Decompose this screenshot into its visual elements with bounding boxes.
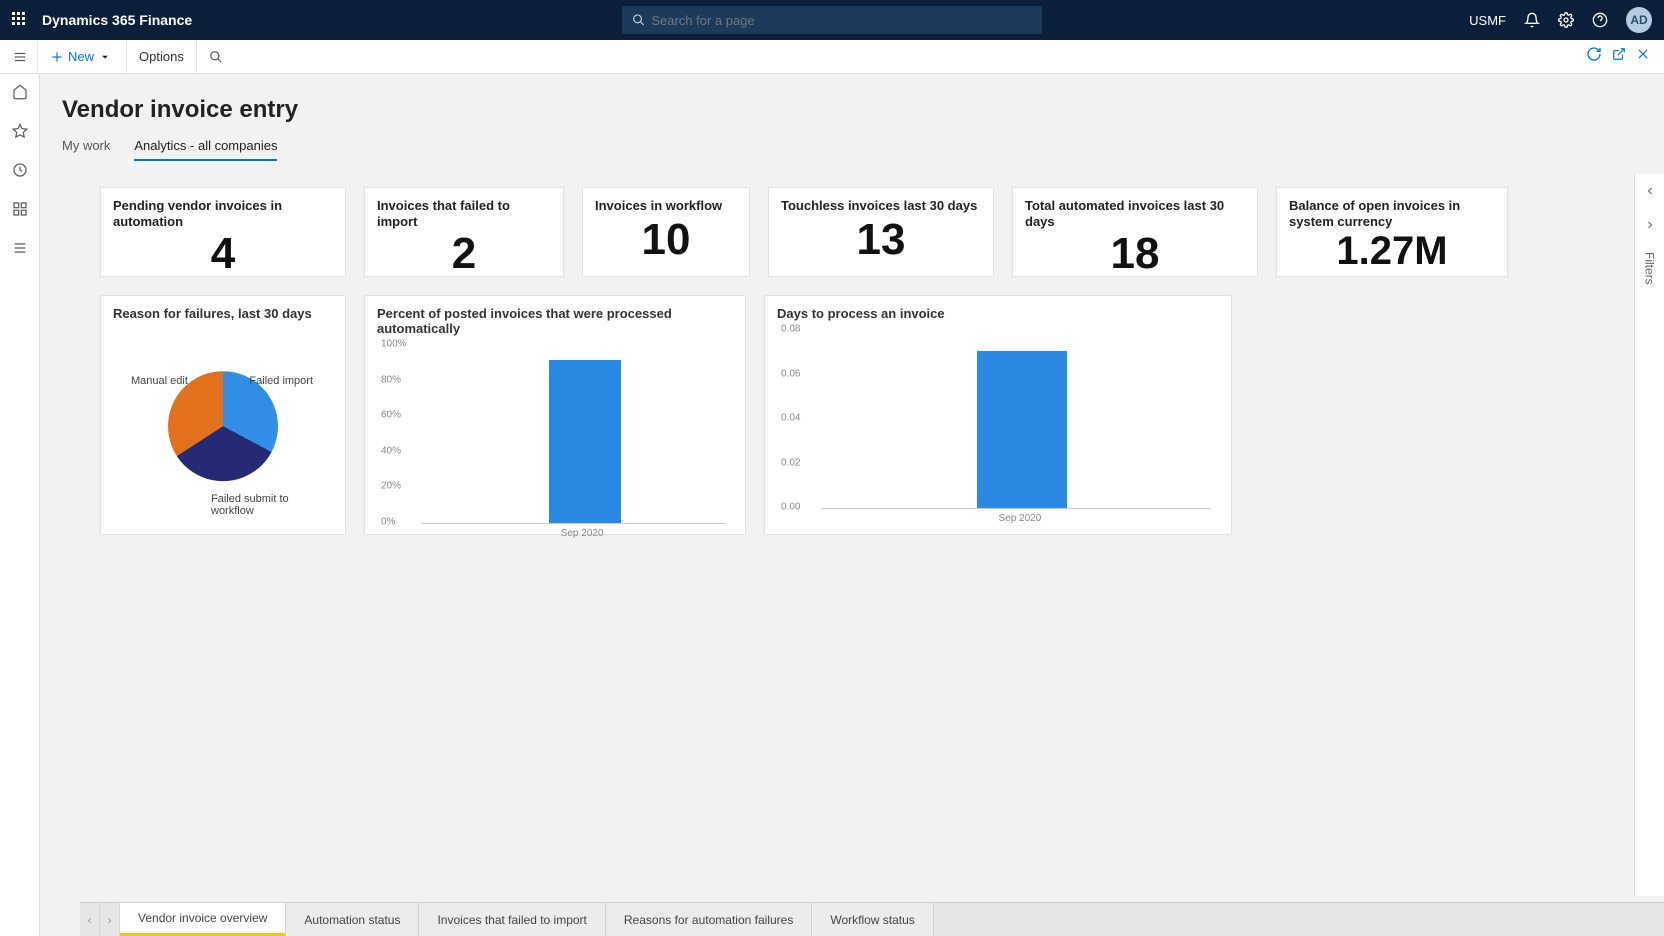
bottom-tab-automation-status[interactable]: Automation status (286, 903, 419, 936)
cmd-right (1586, 46, 1664, 67)
modules-icon[interactable] (12, 240, 28, 261)
kpi-total-automated[interactable]: Total automated invoices last 30 days 18 (1012, 187, 1258, 277)
kpi-in-workflow[interactable]: Invoices in workflow 10 (582, 187, 750, 277)
kpi-pending-automation[interactable]: Pending vendor invoices in automation 4 (100, 187, 346, 277)
kpi-title: Pending vendor invoices in automation (113, 198, 333, 229)
kpi-value: 13 (781, 214, 981, 266)
search-box[interactable] (622, 6, 1042, 34)
bar-area: 0.08 0.06 0.04 0.02 0.00 Sep 2020 (777, 329, 1219, 519)
options-button-label: Options (139, 49, 184, 64)
search-cmd-icon[interactable] (197, 40, 239, 73)
top-bar: Dynamics 365 Finance USMF AD (0, 0, 1664, 40)
new-button-label: New (68, 49, 94, 64)
plot: Sep 2020 (421, 348, 725, 524)
kpi-row: Pending vendor invoices in automation 4 … (100, 187, 1594, 277)
bottom-tab-workflow-status[interactable]: Workflow status (812, 903, 933, 936)
bar (549, 360, 621, 523)
gear-icon[interactable] (1558, 12, 1574, 28)
top-right: USMF AD (1469, 7, 1652, 33)
kpi-failed-import[interactable]: Invoices that failed to import 2 (364, 187, 564, 277)
chart-title: Percent of posted invoices that were pro… (377, 306, 733, 336)
bottom-tabstrip: ‹ › Vendor invoice overview Automation s… (80, 902, 1664, 936)
bottom-tab-failure-reasons[interactable]: Reasons for automation failures (606, 903, 812, 936)
kpi-title: Touchless invoices last 30 days (781, 198, 981, 214)
chart-title: Reason for failures, last 30 days (113, 306, 333, 321)
y-tick: 0% (381, 517, 395, 528)
home-icon[interactable] (12, 84, 28, 105)
y-tick: 0.08 (781, 324, 800, 335)
pie-label-failed-submit: Failed submit to workflow (211, 493, 333, 517)
y-tick: 0.06 (781, 368, 800, 379)
filters-label[interactable]: Filters (1643, 252, 1657, 285)
workspace-icon[interactable] (12, 201, 28, 222)
chevron-down-icon (100, 52, 110, 62)
x-label: Sep 2020 (561, 528, 604, 539)
chart-row: Reason for failures, last 30 days Manual… (100, 295, 1594, 535)
y-tick: 0.02 (781, 457, 800, 468)
bar-area: 100% 80% 60% 40% 20% 0% Sep 2020 (377, 344, 733, 534)
hamburger-icon[interactable] (2, 40, 38, 74)
filters-send-icon[interactable] (1644, 218, 1656, 236)
tab-mywork[interactable]: My work (62, 138, 110, 161)
y-tick: 0.00 (781, 502, 800, 513)
search-input[interactable] (651, 13, 1032, 28)
avatar[interactable]: AD (1626, 7, 1652, 33)
bottom-tab-overview[interactable]: Vendor invoice overview (120, 903, 286, 936)
kpi-touchless[interactable]: Touchless invoices last 30 days 13 (768, 187, 994, 277)
page-title: Vendor invoice entry (40, 74, 1664, 124)
filters-expand-icon[interactable] (1644, 184, 1656, 202)
kpi-title: Invoices that failed to import (377, 198, 551, 229)
y-tick: 0.04 (781, 413, 800, 424)
new-button[interactable]: New (38, 40, 127, 73)
help-icon[interactable] (1592, 12, 1608, 28)
recent-icon[interactable] (12, 162, 28, 183)
refresh-icon[interactable] (1586, 46, 1602, 67)
pie-chart (168, 371, 278, 481)
popout-icon[interactable] (1612, 47, 1626, 66)
tab-analytics[interactable]: Analytics - all companies (134, 138, 277, 161)
kpi-value: 4 (113, 229, 333, 279)
kpi-value: 10 (595, 214, 737, 266)
y-tick: 20% (381, 481, 401, 492)
bar (977, 351, 1067, 509)
y-tick: 80% (381, 374, 401, 385)
close-icon[interactable] (1636, 47, 1650, 66)
bottom-tab-failed-import[interactable]: Invoices that failed to import (419, 903, 605, 936)
kpi-value: 1.27M (1289, 229, 1495, 274)
pie-label-failed-import: Failed import (249, 375, 313, 387)
star-icon[interactable] (12, 123, 28, 144)
pie-label-manual: Manual edit (131, 375, 188, 387)
app-title: Dynamics 365 Finance (42, 12, 192, 28)
y-tick: 40% (381, 445, 401, 456)
kpi-open-balance[interactable]: Balance of open invoices in system curre… (1276, 187, 1508, 277)
options-button[interactable]: Options (127, 40, 197, 73)
kpi-value: 2 (377, 229, 551, 279)
x-label: Sep 2020 (998, 513, 1041, 524)
dashboard: Pending vendor invoices in automation 4 … (40, 161, 1664, 535)
filters-rail: Filters (1634, 174, 1664, 896)
left-rail (0, 74, 40, 936)
kpi-title: Balance of open invoices in system curre… (1289, 198, 1495, 229)
kpi-title: Invoices in workflow (595, 198, 737, 214)
search-icon (632, 13, 645, 27)
y-tick: 100% (381, 339, 407, 350)
command-bar: New Options (0, 40, 1664, 74)
pie-wrap: Manual edit Failed import Failed submit … (113, 329, 333, 519)
chart-days-process[interactable]: Days to process an invoice 0.08 0.06 0.0… (764, 295, 1232, 535)
kpi-title: Total automated invoices last 30 days (1025, 198, 1245, 229)
kpi-value: 18 (1025, 229, 1245, 279)
bell-icon[interactable] (1524, 12, 1540, 28)
tabstrip-next-icon[interactable]: › (100, 903, 120, 936)
chart-title: Days to process an invoice (777, 306, 1219, 321)
company-code[interactable]: USMF (1469, 13, 1506, 28)
plot: Sep 2020 (821, 333, 1211, 509)
page-tabs: My work Analytics - all companies (40, 124, 1664, 161)
chart-failures-pie[interactable]: Reason for failures, last 30 days Manual… (100, 295, 346, 535)
app-launcher-icon[interactable] (12, 12, 28, 28)
y-tick: 60% (381, 410, 401, 421)
chart-percent-auto[interactable]: Percent of posted invoices that were pro… (364, 295, 746, 535)
tabstrip-prev-icon[interactable]: ‹ (80, 903, 100, 936)
